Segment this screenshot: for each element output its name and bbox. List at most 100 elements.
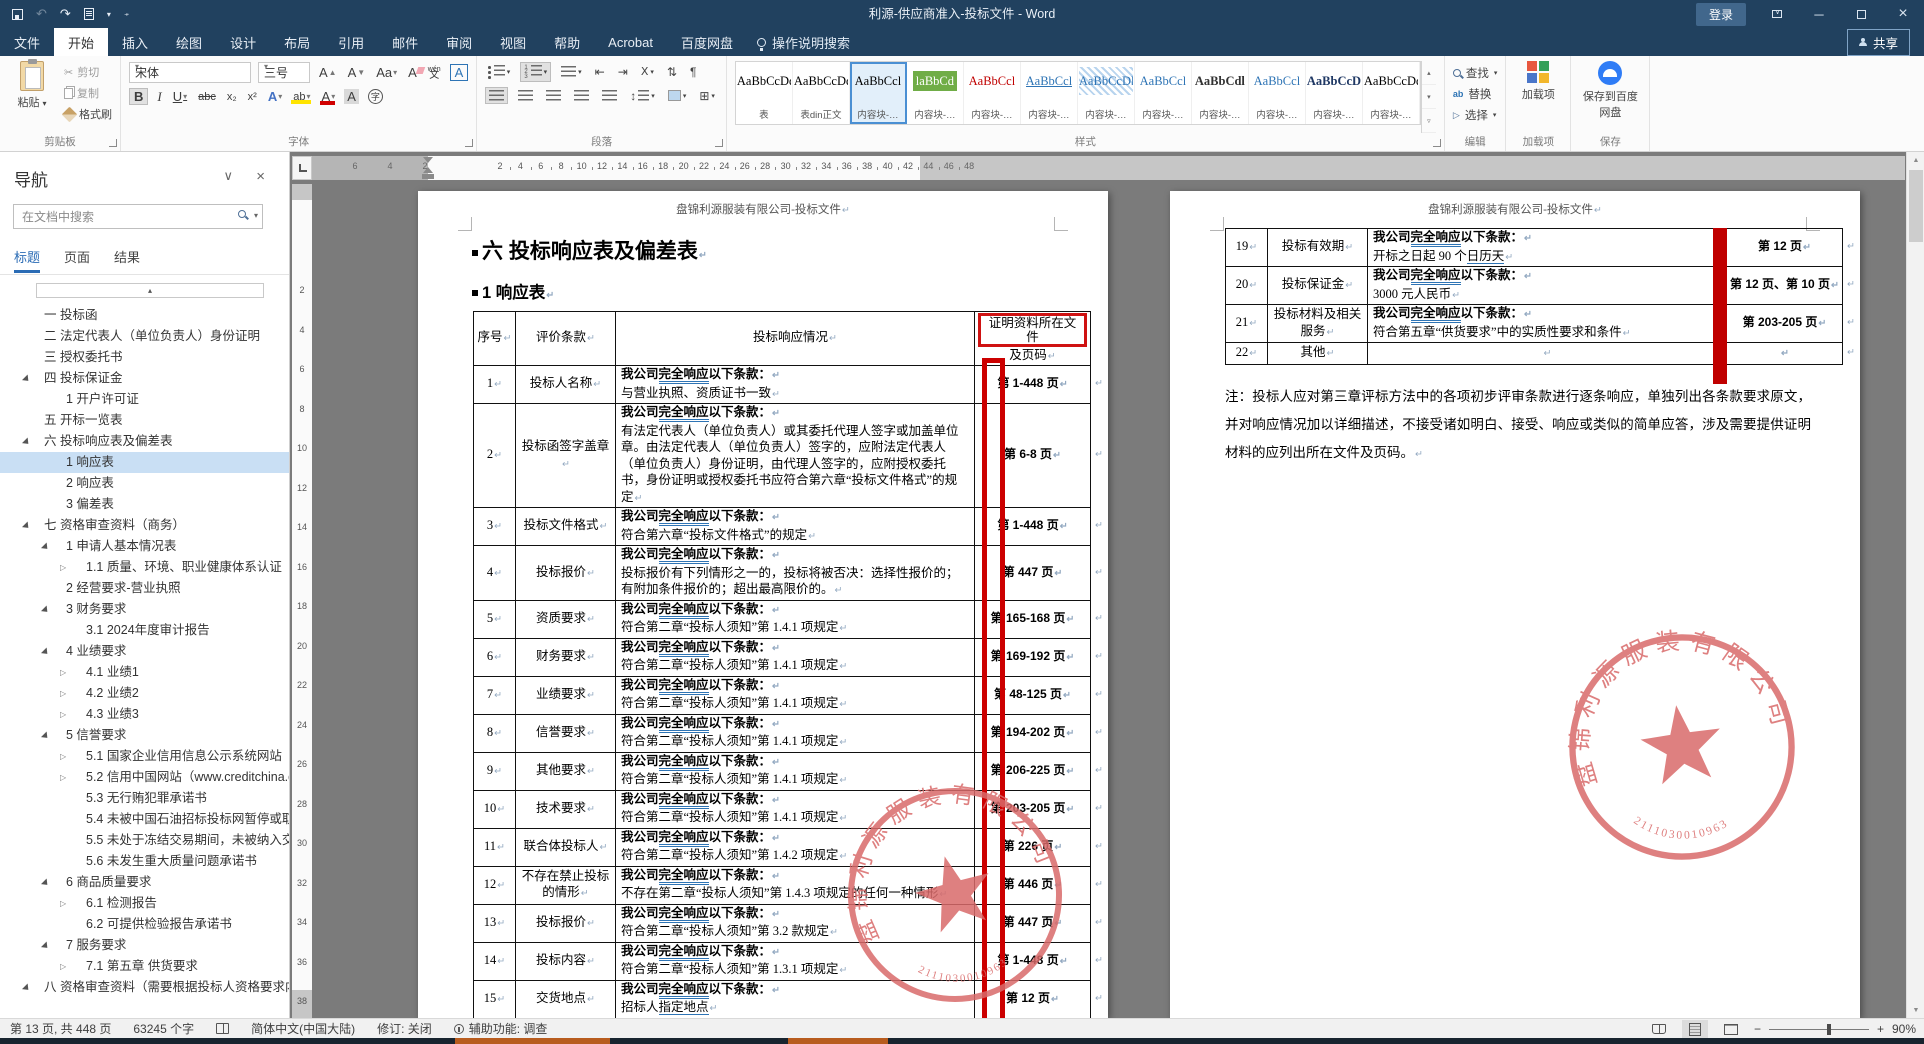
expand-arrow-icon[interactable]: ▷ (60, 662, 66, 683)
scroll-up-icon[interactable]: ▲ (1907, 152, 1924, 168)
collapse-arrow-icon[interactable] (21, 437, 35, 450)
replace-button[interactable]: ab 替换 (1453, 86, 1498, 102)
nav-item[interactable]: 1 响应表 (0, 452, 289, 473)
read-mode-button[interactable] (1646, 1020, 1672, 1038)
clipboard-dialog-launcher[interactable] (109, 139, 117, 147)
zoom-out-button[interactable]: − (1754, 1022, 1761, 1036)
vertical-ruler[interactable]: 246810121416182022242628303234363840 (292, 184, 312, 1018)
style-item[interactable]: AaBbCcl 内容块-… (849, 62, 907, 124)
collapse-arrow-icon[interactable] (21, 521, 35, 534)
format-painter-button[interactable]: 格式刷 (61, 106, 112, 122)
tab-Acrobat[interactable]: Acrobat (594, 28, 667, 56)
tab-设计[interactable]: 设计 (216, 28, 270, 56)
nav-tab-results[interactable]: 结果 (114, 247, 140, 273)
nav-item[interactable]: 二 法定代表人（单位负责人）身份证明 (0, 326, 289, 347)
expand-arrow-icon[interactable]: ▷ (60, 956, 66, 977)
underline-button[interactable]: U ▾ (171, 89, 189, 104)
web-layout-button[interactable] (1718, 1020, 1744, 1038)
text-effects-button[interactable]: A ▾ (266, 89, 284, 104)
nav-close-icon[interactable]: × (256, 168, 265, 185)
tab-布局[interactable]: 布局 (270, 28, 324, 56)
nav-chevron-icon[interactable]: ∨ (223, 168, 233, 184)
subscript-button[interactable]: x₂ (225, 91, 239, 103)
nav-search-dropdown-icon[interactable]: ▾ (254, 211, 258, 220)
line-spacing-button[interactable]: ↕ ▾ (627, 87, 658, 105)
tab-绘图[interactable]: 绘图 (162, 28, 216, 56)
clear-formatting-button[interactable]: A (406, 65, 419, 80)
font-name-combo[interactable]: 宋体 ▾ (129, 62, 251, 83)
increase-indent-button[interactable]: ⇥ (615, 63, 631, 81)
document-page-right[interactable]: 盘锦利源服装有限公司-投标文件↵ 19↵ 投标有效期↵ 我公司完全响应以下条款：↵ 开… (1170, 191, 1860, 1018)
restore-button[interactable] (1840, 0, 1882, 28)
style-item[interactable]: AaBbCcDl 内容块-… (1078, 62, 1135, 124)
nav-item[interactable]: 3.1 2024年度审计报告 (0, 620, 289, 641)
expand-arrow-icon[interactable]: ▷ (60, 893, 66, 914)
nav-item[interactable]: 八 资格审查资料（需要根据投标人资格要求内容填... (0, 977, 289, 998)
collapse-arrow-icon[interactable] (21, 983, 35, 996)
find-button[interactable]: 查找 ▾ (1452, 65, 1497, 81)
vertical-scrollbar[interactable]: ▲ ▼ (1906, 152, 1924, 1018)
collapse-arrow-icon[interactable] (40, 878, 54, 891)
font-dialog-launcher[interactable] (465, 139, 474, 147)
show-hide-marks-button[interactable]: ¶ (687, 63, 699, 81)
zoom-slider-thumb[interactable] (1826, 1023, 1831, 1035)
track-changes-indicator[interactable]: 修订: 关闭 (377, 1020, 432, 1037)
bullets-button[interactable]: ▾ (485, 63, 513, 81)
tab-插入[interactable]: 插入 (108, 28, 162, 56)
nav-item[interactable]: 2 经营要求-营业执照 (0, 578, 289, 599)
align-center-button[interactable] (515, 88, 536, 103)
word-count[interactable]: 63245 个字 (133, 1020, 194, 1037)
addins-button[interactable]: 加载项 (1514, 61, 1562, 133)
zoom-slider[interactable] (1768, 1023, 1869, 1035)
close-button[interactable]: × (1882, 0, 1924, 28)
share-button[interactable]: 共享 (1846, 28, 1910, 56)
nav-item[interactable]: 5.3 无行贿犯罪承诺书 (0, 788, 289, 809)
copy-button[interactable]: 复制 (64, 85, 112, 101)
zoom-in-button[interactable]: + (1877, 1022, 1884, 1036)
distribute-button[interactable] (599, 88, 620, 103)
style-item[interactable]: laBbCd 内容块-… (907, 62, 964, 124)
nav-item[interactable]: ▷ 4.1 业绩1 (0, 662, 289, 683)
decrease-indent-button[interactable]: ⇤ (592, 63, 608, 81)
tab-视图[interactable]: 视图 (486, 28, 540, 56)
nav-tab-pages[interactable]: 页面 (64, 247, 90, 273)
paste-button[interactable]: 粘贴 ▾ (8, 59, 56, 133)
ribbon-display-options-button[interactable] (1756, 0, 1798, 28)
nav-item[interactable]: 7 服务要求 (0, 935, 289, 956)
gallery-down-icon[interactable]: ▾ (1421, 85, 1436, 109)
nav-empty-heading[interactable]: ▴ (36, 283, 264, 298)
tab-百度网盘[interactable]: 百度网盘 (667, 28, 747, 56)
nav-item[interactable]: ▷ 7.1 第五章 供货要求 (0, 956, 289, 977)
justify-button[interactable] (571, 88, 592, 103)
nav-item[interactable]: 七 资格审查资料（商务） (0, 515, 289, 536)
scrollbar-thumb[interactable] (1909, 170, 1923, 242)
language-indicator[interactable]: 简体中文(中国大陆) (251, 1020, 355, 1037)
tab-selector[interactable] (292, 156, 312, 180)
nav-item[interactable]: 2 响应表 (0, 473, 289, 494)
font-size-combo[interactable]: 三号 ▾ (258, 62, 310, 83)
style-item[interactable]: AaBbCcl 内容块-… (964, 62, 1021, 124)
nav-item[interactable]: 1 开户许可证 (0, 389, 289, 410)
nav-item[interactable]: ▷ 1.1 质量、环境、职业健康体系认证 (0, 557, 289, 578)
nav-item[interactable]: ▷ 4.2 业绩2 (0, 683, 289, 704)
tab-帮助[interactable]: 帮助 (540, 28, 594, 56)
tell-me-box[interactable]: 操作说明搜索 (757, 28, 850, 56)
nav-item[interactable]: 3 财务要求 (0, 599, 289, 620)
style-item[interactable]: AaBbCcDd 表 (736, 62, 793, 124)
nav-item[interactable]: 五 开标一览表 (0, 410, 289, 431)
nav-item[interactable]: ▷ 4.3 业绩3 (0, 704, 289, 725)
expand-arrow-icon[interactable]: ▷ (60, 704, 66, 725)
strikethrough-button[interactable]: abc (196, 91, 218, 103)
nav-item[interactable]: 3 偏差表 (0, 494, 289, 515)
highlight-color-button[interactable]: ab ▾ (291, 91, 312, 104)
print-layout-button[interactable] (1681, 1020, 1708, 1038)
nav-item[interactable]: 三 授权委托书 (0, 347, 289, 368)
gallery-more-icon[interactable]: ▿ (1421, 109, 1436, 133)
nav-item[interactable]: ▷ 6.1 检测报告 (0, 893, 289, 914)
collapse-arrow-icon[interactable] (40, 941, 54, 954)
nav-item[interactable]: 6.2 可提供检验报告承诺书 (0, 914, 289, 935)
nav-item[interactable]: 6 商品质量要求 (0, 872, 289, 893)
nav-item[interactable]: 六 投标响应表及偏差表 (0, 431, 289, 452)
nav-item[interactable]: 5.5 未处于冻结交易期间，未被纳入交易黑... (0, 830, 289, 851)
sort-button[interactable]: ⇅ (664, 63, 680, 81)
